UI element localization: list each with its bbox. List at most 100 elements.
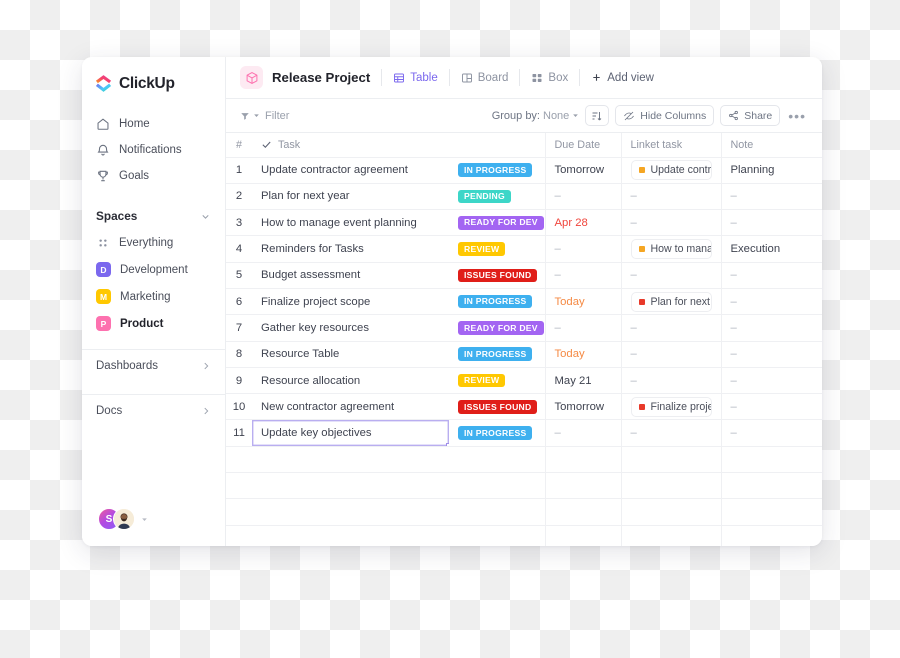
cell-due-date[interactable]: Tomorrow [545,393,622,421]
sidebar-item-docs[interactable]: Docs [82,395,225,427]
cell-due-date[interactable]: Tomorrow [545,157,622,184]
avatar-photo[interactable] [113,508,135,530]
brand-logo[interactable]: ClickUp [82,57,225,107]
table-row[interactable]: 1 Update contractor agreement IN PROGRESS T… [226,157,822,184]
cell-task[interactable]: Gather key resources [252,314,449,342]
cell-due-date[interactable]: – [545,419,622,447]
linked-task-chip[interactable]: Plan for next… [630,291,712,312]
cell-due-date[interactable]: – [545,235,622,263]
chevron-down-icon[interactable] [200,211,211,222]
sidebar-item-notifications[interactable]: Notifications [82,137,225,163]
cell-note[interactable]: – [721,419,822,447]
linked-task-chip[interactable]: How to mana… [630,239,712,260]
cell-linked-task[interactable]: – [621,341,722,368]
table-row[interactable]: 2 Plan for next year PENDING – – – [226,183,822,211]
column-header-status[interactable] [449,133,546,158]
cell-due-date[interactable]: – [545,314,622,342]
hide-columns-button[interactable]: Hide Columns [615,105,715,126]
tab-table[interactable]: Table [393,72,438,84]
user-avatars[interactable]: S [82,508,225,546]
cell-task[interactable]: New contractor agreement [252,393,449,421]
cell-status[interactable]: IN PROGRESS [449,157,546,184]
chevron-down-icon[interactable] [141,516,148,523]
linked-task-chip[interactable]: Finalize proje… [630,396,712,417]
sidebar-item-dashboards[interactable]: Dashboards [82,350,225,382]
cell-task[interactable]: Resource Table [252,341,449,368]
table-row[interactable]: 8 Resource Table IN PROGRESS Today – – [226,341,822,368]
cell-status[interactable]: IN PROGRESS [449,288,546,316]
filter-button[interactable]: Filter [240,110,289,122]
cell-linked-task[interactable]: – [621,183,722,211]
cell-due-date[interactable]: May 21 [545,367,622,395]
cell-linked-task[interactable]: – [621,367,722,395]
tab-box[interactable]: Box [531,72,568,84]
cell-status[interactable]: READY FOR DEV [449,209,546,237]
cell-status[interactable]: IN PROGRESS [449,341,546,368]
cell-note[interactable]: – [721,367,822,395]
cell-task[interactable]: Plan for next year [252,183,449,211]
column-header-linked-task[interactable]: Linket task [621,133,722,158]
table-row[interactable]: 9 Resource allocation REVIEW May 21 – – [226,367,822,395]
cell-linked-task[interactable]: – [621,419,722,447]
column-header-number[interactable]: # [226,133,252,158]
cell-due-date[interactable]: Apr 28 [545,209,622,237]
cell-task[interactable]: Update key objectives [252,419,449,447]
cell-linked-task[interactable]: – [621,314,722,342]
cell-task[interactable]: Budget assessment [252,262,449,289]
share-button[interactable]: Share [720,105,781,126]
cell-due-date[interactable]: Today [545,288,622,316]
sort-button[interactable] [585,105,610,126]
table-row[interactable]: 5 Budget assessment ISSUES FOUND – – – [226,262,822,289]
cell-linked-task[interactable]: – [621,262,722,289]
cell-task[interactable]: Reminders for Tasks [252,235,449,263]
sidebar-item-goals[interactable]: Goals [82,163,225,189]
cell-status[interactable]: IN PROGRESS [449,419,546,447]
cell-linked-task[interactable]: – [621,209,722,237]
table-row[interactable]: 11 Update key objectives IN PROGRESS – – – [226,419,822,447]
tab-board[interactable]: Board [461,72,508,84]
cell-status[interactable]: PENDING [449,183,546,211]
cell-note[interactable]: – [721,288,822,316]
table-row[interactable]: 10 New contractor agreement ISSUES FOUND To… [226,393,822,421]
cell-due-date[interactable]: Today [545,341,622,368]
cell-task[interactable]: Update contractor agreement [252,157,449,184]
cell-linked-task[interactable]: Update contr… [621,157,722,184]
cell-note[interactable]: – [721,209,822,237]
linked-task-chip[interactable]: Update contr… [630,160,712,181]
sidebar-item-everything[interactable]: Everything [82,230,225,256]
table-row[interactable]: 4Reminders for Tasks REVIEW – How to mana… E… [226,235,822,263]
sidebar-item-home[interactable]: Home [82,111,225,137]
cell-note[interactable]: – [721,314,822,342]
sidebar-item-product[interactable]: P Product [82,310,225,337]
column-header-note[interactable]: Note [721,133,822,158]
cell-status[interactable]: REVIEW [449,367,546,395]
cell-note[interactable]: Execution [721,235,822,263]
cell-note[interactable]: – [721,183,822,211]
cell-status[interactable]: REVIEW [449,235,546,263]
column-header-task[interactable]: Task [252,133,449,158]
add-view-button[interactable]: Add view [591,72,654,84]
cell-note[interactable]: – [721,341,822,368]
group-by-control[interactable]: Group by: None [492,110,580,122]
cell-status[interactable]: READY FOR DEV [449,314,546,342]
cell-linked-task[interactable]: Plan for next… [621,288,722,316]
cell-note[interactable]: – [721,262,822,289]
cell-task[interactable]: How to manage event planning [252,209,449,237]
cell-due-date[interactable]: – [545,262,622,289]
table-row[interactable]: 6 Finalize project scope IN PROGRESS Today P… [226,288,822,316]
cell-note[interactable]: – [721,393,822,421]
cell-task[interactable]: Finalize project scope [252,288,449,316]
cell-linked-task[interactable]: Finalize proje… [621,393,722,421]
column-header-due-date[interactable]: Due Date [545,133,622,158]
cell-resize-handle[interactable] [446,442,449,446]
table-row[interactable]: 7 Gather key resources READY FOR DEV – – – [226,314,822,342]
sidebar-item-marketing[interactable]: M Marketing [82,283,225,310]
cell-linked-task[interactable]: How to mana… [621,235,722,263]
sidebar-item-development[interactable]: D Development [82,256,225,283]
cell-task[interactable]: Resource allocation [252,367,449,395]
cell-note[interactable]: Planning [721,157,822,184]
more-options-button[interactable]: ••• [786,109,808,123]
cell-due-date[interactable]: – [545,183,622,211]
table-row[interactable]: 3 How to manage event planning READY FOR D… [226,209,822,237]
cell-status[interactable]: ISSUES FOUND [449,262,546,289]
